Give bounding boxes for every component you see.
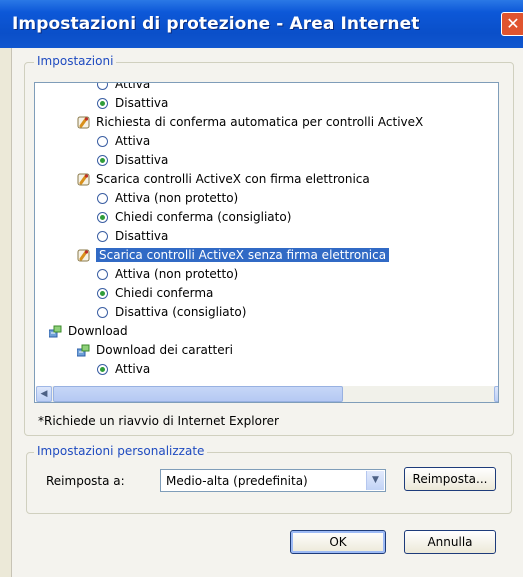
setting-option[interactable]: Disattiva xyxy=(97,229,168,243)
restart-note: *Richiede un riavvio di Internet Explore… xyxy=(38,414,279,428)
setting-label: Disattiva xyxy=(115,153,169,167)
ok-button[interactable]: OK xyxy=(290,530,386,554)
setting-category[interactable]: Scarica controlli ActiveX senza firma el… xyxy=(77,248,390,262)
scroll-left-button[interactable]: ◀ xyxy=(36,386,52,402)
scroll-right-button[interactable]: ▶ xyxy=(494,386,498,402)
cancel-button[interactable]: Annulla xyxy=(404,530,496,554)
radio-unchecked-icon[interactable] xyxy=(97,193,108,204)
setting-option[interactable]: Chiedi conferma xyxy=(97,286,213,300)
setting-label: Chiedi conferma xyxy=(115,286,214,300)
setting-category[interactable]: Download dei caratteri xyxy=(76,343,233,357)
setting-label: Attiva xyxy=(115,362,151,376)
setting-label: Disattiva (consigliato) xyxy=(115,305,247,319)
setting-category[interactable]: Richiesta di conferma automatica per con… xyxy=(77,115,423,129)
setting-label: Scarica controlli ActiveX senza firma el… xyxy=(96,248,390,262)
setting-option[interactable]: Attiva xyxy=(97,82,151,91)
activex-settings-icon xyxy=(77,249,90,262)
setting-category[interactable]: Scarica controlli ActiveX con firma elet… xyxy=(77,172,370,186)
setting-option[interactable]: Attiva (non protetto) xyxy=(97,267,238,281)
reset-button[interactable]: Reimposta... xyxy=(404,467,496,491)
setting-label: Attiva xyxy=(115,82,151,91)
radio-unchecked-icon[interactable] xyxy=(97,83,108,90)
setting-option[interactable]: Attiva xyxy=(97,362,150,376)
radio-unchecked-icon[interactable] xyxy=(97,136,108,147)
title-bar[interactable]: Impostazioni di protezione - Area Intern… xyxy=(0,0,523,48)
radio-unchecked-icon[interactable] xyxy=(97,307,108,318)
settings-listbox[interactable]: Attiva Disattiva Richiesta di conferma aut… xyxy=(34,82,499,403)
radio-checked-icon[interactable] xyxy=(97,98,108,109)
setting-option[interactable]: Disattiva (consigliato) xyxy=(97,305,246,319)
security-settings-dialog: Impostazioni di protezione - Area Intern… xyxy=(0,0,523,577)
settings-group-legend: Impostazioni xyxy=(34,54,117,68)
reset-level-value: Medio-alta (predefinita) xyxy=(166,474,308,488)
radio-unchecked-icon[interactable] xyxy=(97,231,108,242)
reset-to-label: Reimposta a: xyxy=(46,474,125,488)
custom-settings-legend: Impostazioni personalizzate xyxy=(34,444,208,458)
setting-label: Attiva (non protetto) xyxy=(115,267,239,281)
radio-checked-icon[interactable] xyxy=(97,212,108,223)
close-button[interactable]: ✕ xyxy=(501,12,523,36)
setting-label: Chiedi conferma (consigliato) xyxy=(115,210,292,224)
setting-label: Download dei caratteri xyxy=(96,343,233,357)
horizontal-scroll-thumb[interactable] xyxy=(53,386,343,402)
setting-label: Richiesta di conferma automatica per con… xyxy=(96,115,424,129)
activex-settings-icon xyxy=(77,173,90,186)
setting-label: Download xyxy=(68,324,128,338)
setting-label: Attiva (non protetto) xyxy=(115,191,239,205)
setting-option[interactable]: Disattiva xyxy=(97,96,168,110)
radio-checked-icon[interactable] xyxy=(97,155,108,166)
radio-unchecked-icon[interactable] xyxy=(97,269,108,280)
setting-label: Attiva xyxy=(115,134,151,148)
radio-checked-icon[interactable] xyxy=(97,364,108,375)
setting-category[interactable]: Download xyxy=(48,324,128,338)
setting-option[interactable]: Attiva (non protetto) xyxy=(97,191,238,205)
activex-settings-icon xyxy=(77,116,90,129)
download-icon xyxy=(48,325,62,338)
setting-option[interactable]: Disattiva xyxy=(97,153,168,167)
setting-option[interactable]: Chiedi conferma (consigliato) xyxy=(97,210,291,224)
download-icon xyxy=(76,344,90,357)
setting-label: Disattiva xyxy=(115,229,169,243)
reset-level-select[interactable]: Medio-alta (predefinita) ▼ xyxy=(160,469,386,492)
horizontal-scrollbar[interactable]: ◀ ▶ xyxy=(36,386,498,402)
setting-label: Disattiva xyxy=(115,96,169,110)
chevron-down-icon[interactable]: ▼ xyxy=(366,471,384,490)
radio-checked-icon[interactable] xyxy=(97,288,108,299)
window-title: Impostazioni di protezione - Area Intern… xyxy=(12,14,420,34)
setting-label: Scarica controlli ActiveX con firma elet… xyxy=(96,172,370,186)
setting-option[interactable]: Attiva xyxy=(97,134,150,148)
